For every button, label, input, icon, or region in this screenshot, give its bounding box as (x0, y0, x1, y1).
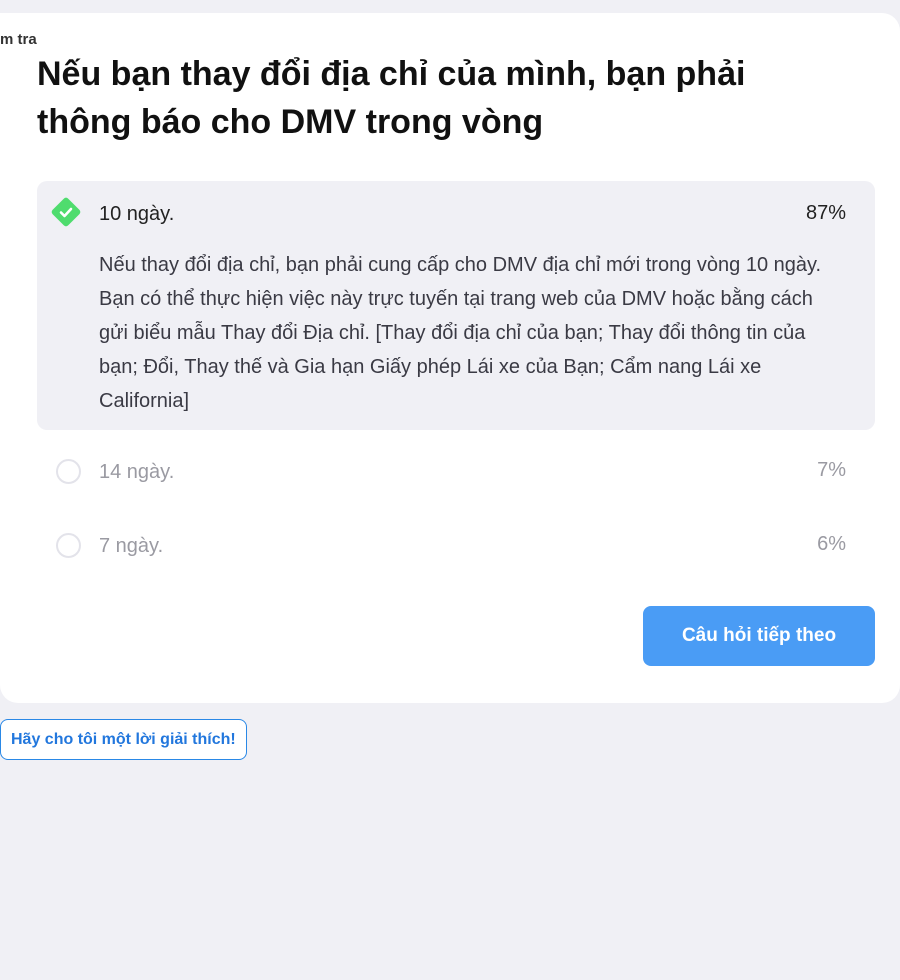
radio-circle-icon (56, 533, 81, 558)
answer-option[interactable]: 7 ngày. 6% (37, 516, 875, 576)
answer-option-correct[interactable]: 10 ngày. 87% Nếu thay đổi địa chỉ, bạn p… (37, 181, 875, 430)
next-question-button[interactable]: Câu hỏi tiếp theo (643, 606, 875, 666)
answer-label: 7 ngày. (99, 535, 164, 557)
answer-label: 10 ngày. (99, 203, 175, 225)
breadcrumb: m tra (0, 31, 37, 48)
explain-button[interactable]: Hãy cho tôi một lời giải thích! (0, 719, 247, 760)
answer-percent: 6% (817, 533, 846, 555)
answer-percent: 7% (817, 459, 846, 481)
answer-option[interactable]: 14 ngày. 7% (37, 442, 875, 502)
answer-percent: 87% (805, 202, 846, 224)
answer-explanation: Nếu thay đổi địa chỉ, bạn phải cung cấp … (99, 254, 822, 412)
answer-label: 14 ngày. (99, 461, 175, 483)
check-icon (50, 196, 82, 228)
radio-circle-icon (56, 459, 81, 484)
question-title: Nếu bạn thay đổi địa chỉ của mình, bạn p… (37, 55, 746, 141)
